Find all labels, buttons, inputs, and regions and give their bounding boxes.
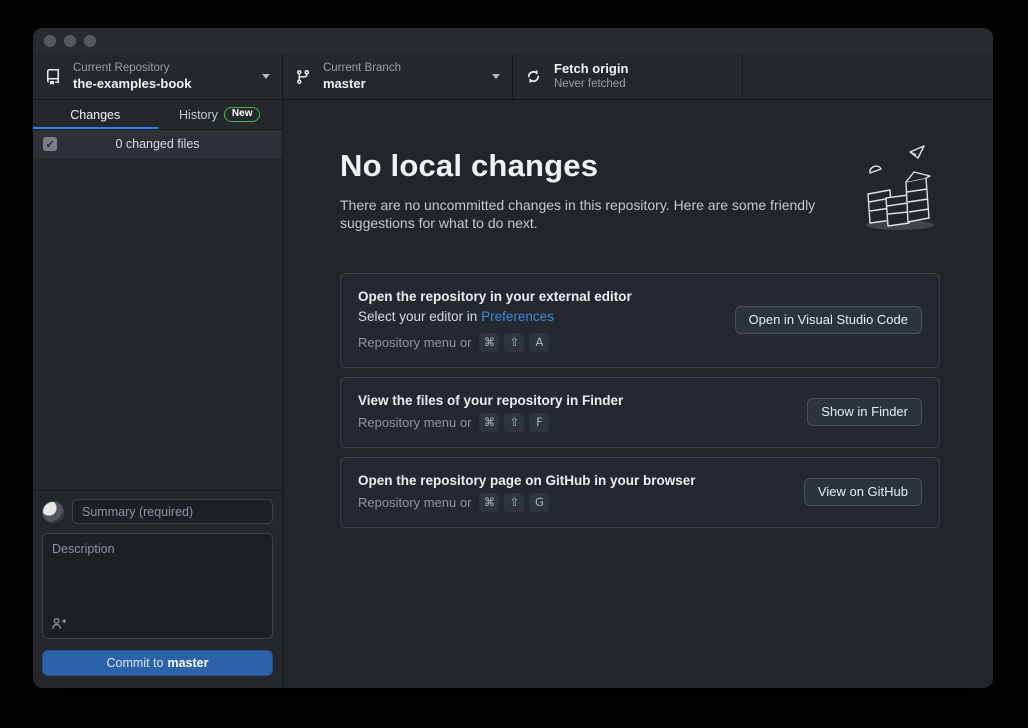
letter-key: A bbox=[529, 333, 549, 352]
toolbar-spacer bbox=[743, 54, 993, 99]
cmd-key: ⌘ bbox=[479, 333, 499, 352]
suggestion-card-github: Open the repository page on GitHub in yo… bbox=[340, 457, 940, 528]
changed-files-count: 0 changed files bbox=[65, 137, 272, 151]
git-branch-icon bbox=[295, 69, 311, 85]
commit-to-master-button[interactable]: Commit to master bbox=[42, 650, 273, 676]
tab-changes[interactable]: Changes bbox=[33, 100, 158, 129]
suggestion-title: Open the repository in your external edi… bbox=[358, 289, 717, 304]
commit-description-input[interactable] bbox=[43, 534, 272, 610]
show-in-finder-button[interactable]: Show in Finder bbox=[807, 398, 922, 426]
open-in-vscode-button[interactable]: Open in Visual Studio Code bbox=[735, 306, 922, 334]
current-repository-name: the-examples-book bbox=[73, 76, 254, 92]
fetch-origin-status: Never fetched bbox=[554, 77, 730, 91]
suggestion-title: View the files of your repository in Fin… bbox=[358, 393, 789, 408]
add-coauthor-icon[interactable] bbox=[51, 616, 66, 631]
github-desktop-window: Current Repository the-examples-book Cur… bbox=[33, 28, 993, 688]
page-subtitle: There are no uncommitted changes in this… bbox=[340, 196, 860, 233]
suggestion-card-finder: View the files of your repository in Fin… bbox=[340, 377, 940, 448]
repo-icon bbox=[45, 69, 61, 85]
suggestion-cards: Open the repository in your external edi… bbox=[340, 273, 940, 528]
changed-files-list bbox=[33, 158, 282, 490]
shift-key: ⇧ bbox=[504, 413, 524, 432]
editor-hint-text: Select your editor in bbox=[358, 309, 481, 324]
shift-key: ⇧ bbox=[504, 493, 524, 512]
cmd-key: ⌘ bbox=[479, 413, 499, 432]
paper-stack-illustration bbox=[848, 142, 944, 234]
current-branch-name: master bbox=[323, 76, 484, 92]
sync-icon bbox=[525, 68, 542, 85]
sidebar: Changes History New ✓ 0 changed files bbox=[33, 100, 283, 688]
current-repository-dropdown[interactable]: Current Repository the-examples-book bbox=[33, 54, 283, 99]
current-branch-label: Current Branch bbox=[323, 61, 484, 75]
view-on-github-button[interactable]: View on GitHub bbox=[804, 478, 922, 506]
select-all-checkbox[interactable]: ✓ bbox=[43, 137, 57, 151]
tab-changes-label: Changes bbox=[70, 108, 120, 122]
chevron-down-icon bbox=[492, 74, 500, 79]
minimize-window-button[interactable] bbox=[64, 35, 76, 47]
current-branch-dropdown[interactable]: Current Branch master bbox=[283, 54, 513, 99]
user-avatar bbox=[42, 501, 64, 523]
chevron-down-icon bbox=[262, 74, 270, 79]
commit-summary-input[interactable] bbox=[72, 499, 273, 524]
menu-hint: Repository menu or bbox=[358, 335, 471, 350]
no-local-changes-panel: No local changes There are no uncommitte… bbox=[283, 100, 993, 688]
fetch-origin-label: Fetch origin bbox=[554, 61, 730, 77]
letter-key: F bbox=[529, 413, 549, 432]
commit-button-prefix: Commit to bbox=[107, 656, 164, 670]
fetch-origin-button[interactable]: Fetch origin Never fetched bbox=[513, 54, 743, 99]
suggestion-title: Open the repository page on GitHub in yo… bbox=[358, 473, 786, 488]
screenshot-background: Current Repository the-examples-book Cur… bbox=[0, 0, 1028, 728]
sidebar-tabs: Changes History New bbox=[33, 100, 282, 130]
menu-hint: Repository menu or bbox=[358, 495, 471, 510]
changed-files-header: ✓ 0 changed files bbox=[33, 130, 282, 158]
letter-key: G bbox=[529, 493, 549, 512]
suggestion-card-editor: Open the repository in your external edi… bbox=[340, 273, 940, 368]
zoom-window-button[interactable] bbox=[84, 35, 96, 47]
menu-hint: Repository menu or bbox=[358, 415, 471, 430]
title-bar bbox=[33, 28, 993, 54]
cmd-key: ⌘ bbox=[479, 493, 499, 512]
shift-key: ⇧ bbox=[504, 333, 524, 352]
close-window-button[interactable] bbox=[44, 35, 56, 47]
preferences-link[interactable]: Preferences bbox=[481, 309, 554, 324]
new-badge: New bbox=[224, 107, 261, 122]
commit-description-box bbox=[42, 533, 273, 639]
commit-form: Commit to master bbox=[33, 490, 282, 688]
current-repository-label: Current Repository bbox=[73, 61, 254, 75]
tab-history-label: History bbox=[179, 108, 218, 122]
commit-button-branch: master bbox=[167, 656, 208, 670]
toolbar: Current Repository the-examples-book Cur… bbox=[33, 54, 993, 100]
tab-history[interactable]: History New bbox=[158, 100, 283, 129]
